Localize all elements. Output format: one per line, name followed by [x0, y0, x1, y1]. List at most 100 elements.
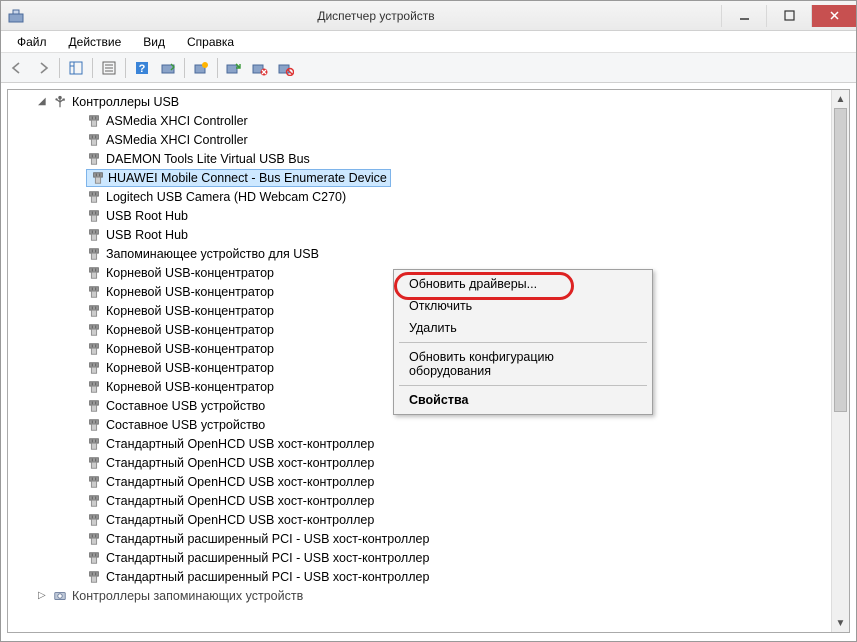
tree-label: Стандартный расширенный PCI - USB хост-к… [106, 532, 429, 546]
tree-item[interactable]: ASMedia XHCI Controller [8, 130, 831, 149]
tree-label: Корневой USB-концентратор [106, 304, 274, 318]
ctx-disable[interactable]: Отключить [397, 295, 649, 317]
context-menu: Обновить драйверы... Отключить Удалить О… [393, 269, 653, 415]
tree-item[interactable]: Стандартный расширенный PCI - USB хост-к… [8, 548, 831, 567]
ctx-update-drivers[interactable]: Обновить драйверы... [397, 273, 649, 295]
back-button[interactable] [5, 56, 29, 80]
tree-item[interactable]: Стандартный OpenHCD USB хост-контроллер [8, 472, 831, 491]
tree-label: ASMedia XHCI Controller [106, 114, 248, 128]
usb-device-icon [86, 227, 102, 243]
uninstall-button[interactable] [222, 56, 246, 80]
usb-device-icon [86, 322, 102, 338]
usb-device-icon [86, 246, 102, 262]
usb-device-icon [86, 455, 102, 471]
toolbar-separator [184, 58, 185, 78]
tree-item[interactable]: Стандартный OpenHCD USB хост-контроллер [8, 491, 831, 510]
forward-button[interactable] [31, 56, 55, 80]
usb-device-icon [86, 417, 102, 433]
tree-item[interactable]: HUAWEI Mobile Connect - Bus Enumerate De… [8, 168, 831, 187]
menu-help[interactable]: Справка [177, 33, 244, 51]
usb-device-icon [86, 398, 102, 414]
tree-label: HUAWEI Mobile Connect - Bus Enumerate De… [108, 171, 387, 185]
menu-file[interactable]: Файл [7, 33, 57, 51]
tree-label: Корневой USB-концентратор [106, 342, 274, 356]
usb-device-icon [86, 151, 102, 167]
tree-item[interactable]: Стандартный OpenHCD USB хост-контроллер [8, 453, 831, 472]
tree-label: Корневой USB-концентратор [106, 323, 274, 337]
disable-button[interactable] [248, 56, 272, 80]
svg-text:?: ? [139, 63, 146, 75]
scrollbar-thumb[interactable] [834, 108, 847, 412]
tree-item[interactable]: Стандартный OpenHCD USB хост-контроллер [8, 510, 831, 529]
collapse-icon[interactable]: ◢ [38, 96, 50, 107]
tree-label: USB Root Hub [106, 209, 188, 223]
tree-label: Стандартный OpenHCD USB хост-контроллер [106, 513, 374, 527]
menu-view[interactable]: Вид [133, 33, 175, 51]
tree-label: Контроллеры запоминающих устройств [72, 589, 303, 603]
scrollbar-track[interactable] [832, 108, 849, 614]
tree-item[interactable]: Logitech USB Camera (HD Webcam C270) [8, 187, 831, 206]
scan-hardware-button[interactable] [156, 56, 180, 80]
tree-item[interactable]: Стандартный OpenHCD USB хост-контроллер [8, 434, 831, 453]
usb-device-icon [86, 360, 102, 376]
usb-device-icon [86, 474, 102, 490]
show-hide-tree-button[interactable] [64, 56, 88, 80]
tree-item[interactable]: Запоминающее устройство для USB [8, 244, 831, 263]
close-button[interactable] [811, 5, 856, 27]
minimize-button[interactable] [721, 5, 766, 27]
tree-category-storage[interactable]: ▷ Контроллеры запоминающих устройств [8, 586, 831, 605]
tree-item[interactable]: USB Root Hub [8, 206, 831, 225]
tree-item[interactable]: Стандартный расширенный PCI - USB хост-к… [8, 567, 831, 586]
tree-label: Корневой USB-концентратор [106, 361, 274, 375]
tree-label: Составное USB устройство [106, 418, 265, 432]
window-controls [721, 5, 856, 27]
usb-device-icon [86, 284, 102, 300]
window-title: Диспетчер устройств [31, 9, 721, 23]
usb-device-icon [86, 208, 102, 224]
expand-icon[interactable]: ▷ [38, 590, 50, 601]
menubar: Файл Действие Вид Справка [1, 31, 856, 53]
usb-category-icon [52, 94, 68, 110]
scroll-down-arrow[interactable]: ▼ [832, 614, 849, 632]
ctx-refresh-config[interactable]: Обновить конфигурацию оборудования [397, 346, 649, 382]
tree-label: Стандартный OpenHCD USB хост-контроллер [106, 475, 374, 489]
tree-item[interactable]: ASMedia XHCI Controller [8, 111, 831, 130]
app-icon [7, 7, 25, 25]
usb-device-icon [86, 550, 102, 566]
titlebar: Диспетчер устройств [1, 1, 856, 31]
tree-label: Запоминающее устройство для USB [106, 247, 319, 261]
usb-device-icon [86, 113, 102, 129]
tree-category-usb[interactable]: ◢ Контроллеры USB [8, 92, 831, 111]
tree-label: Составное USB устройство [106, 399, 265, 413]
menu-action[interactable]: Действие [59, 33, 132, 51]
tree-label: Стандартный OpenHCD USB хост-контроллер [106, 437, 374, 451]
enable-button[interactable] [274, 56, 298, 80]
vertical-scrollbar[interactable]: ▲ ▼ [831, 90, 849, 632]
content-area: ◢ Контроллеры USB ASMedia XHCI Controller A… [1, 83, 856, 639]
help-button[interactable]: ? [130, 56, 154, 80]
ctx-separator [399, 342, 647, 343]
tree-item[interactable]: Стандартный расширенный PCI - USB хост-к… [8, 529, 831, 548]
usb-device-icon [86, 531, 102, 547]
tree-label: ASMedia XHCI Controller [106, 133, 248, 147]
drive-category-icon [52, 588, 68, 604]
tree-item-selected[interactable]: HUAWEI Mobile Connect - Bus Enumerate De… [86, 169, 391, 187]
usb-device-icon [86, 265, 102, 281]
update-driver-button[interactable] [189, 56, 213, 80]
properties-button[interactable] [97, 56, 121, 80]
usb-device-icon [86, 341, 102, 357]
maximize-button[interactable] [766, 5, 811, 27]
tree-item[interactable]: USB Root Hub [8, 225, 831, 244]
tree-label: Стандартный OpenHCD USB хост-контроллер [106, 456, 374, 470]
tree-label: Корневой USB-концентратор [106, 266, 274, 280]
toolbar-separator [125, 58, 126, 78]
scroll-up-arrow[interactable]: ▲ [832, 90, 849, 108]
tree-label: Контроллеры USB [72, 95, 179, 109]
ctx-remove[interactable]: Удалить [397, 317, 649, 339]
ctx-properties[interactable]: Свойства [397, 389, 649, 411]
tree-label: Стандартный расширенный PCI - USB хост-к… [106, 551, 429, 565]
tree-item[interactable]: DAEMON Tools Lite Virtual USB Bus [8, 149, 831, 168]
usb-device-icon [86, 379, 102, 395]
tree-item[interactable]: Составное USB устройство [8, 415, 831, 434]
usb-device-icon [86, 189, 102, 205]
